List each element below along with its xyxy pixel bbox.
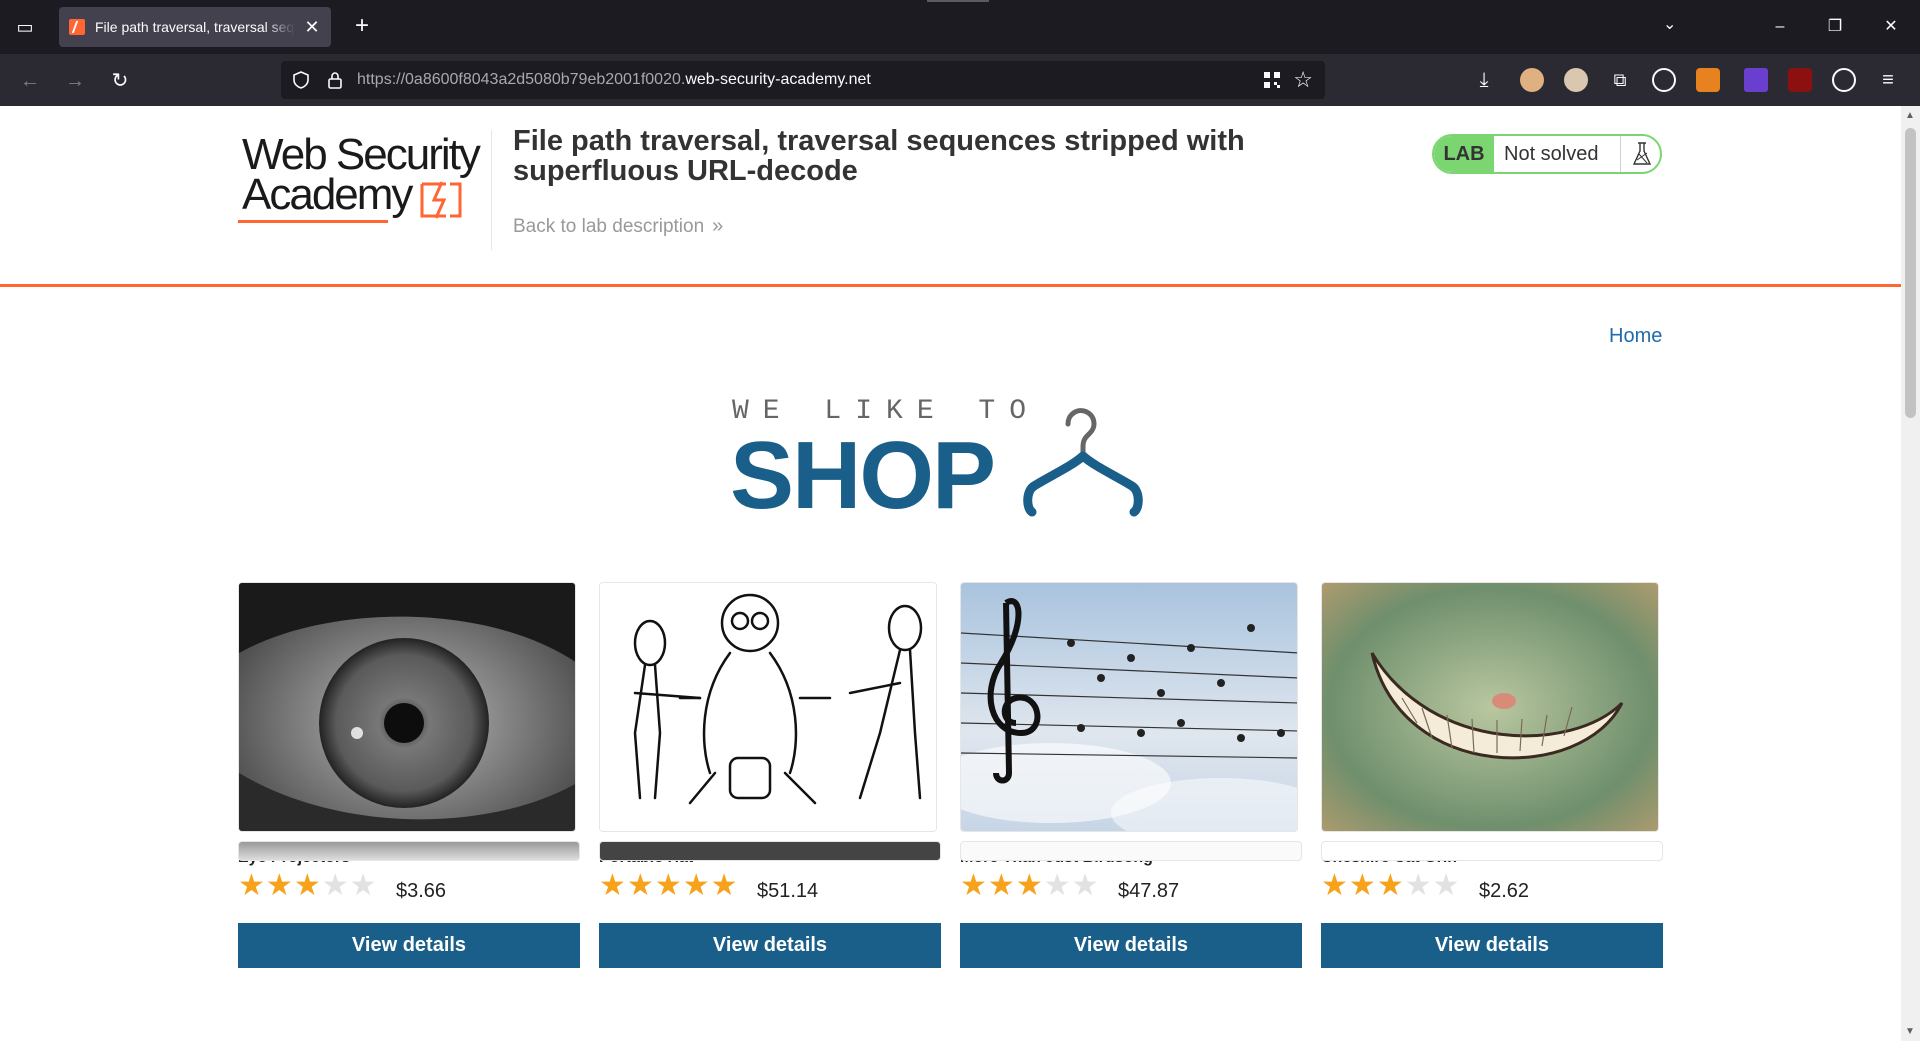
close-window-icon[interactable]: ✕ (1876, 12, 1906, 42)
banner-shop-text: SHOP (730, 422, 996, 529)
star-icon: ★ (1432, 869, 1461, 902)
star-icon: ★ (238, 869, 266, 902)
url-text[interactable]: https://0a8600f8043a2d5080b79eb2001f0020… (357, 71, 871, 89)
page-content: Web Security Academy File path traversal… (0, 106, 1901, 1041)
lightning-bolt-icon (420, 181, 462, 219)
star-icon: ★ (682, 869, 711, 902)
view-details-button[interactable]: View details (238, 923, 580, 968)
product-rating: ★★★★★ (599, 868, 739, 903)
product-image-birdsong[interactable] (960, 582, 1298, 832)
lock-icon[interactable] (325, 70, 345, 90)
tracking-protection-shield-icon[interactable] (291, 70, 311, 90)
product-rating: ★★★★★ (960, 868, 1100, 903)
extension-face-icon[interactable] (1564, 68, 1588, 92)
back-link-label: Back to lab description (513, 216, 705, 237)
extension-stop-icon[interactable] (1520, 68, 1544, 92)
product-image-partial[interactable] (238, 841, 580, 861)
view-details-button[interactable]: View details (960, 923, 1302, 968)
product-price: $51.14 (757, 880, 819, 902)
window-drag-handle[interactable] (927, 0, 989, 2)
star-icon: ★ (987, 869, 1016, 902)
bookmark-star-icon[interactable]: ☆ (1293, 67, 1313, 93)
tab-close-icon[interactable]: ✕ (301, 16, 323, 38)
lab-badge: LAB (1434, 136, 1494, 172)
star-icon: ★ (1015, 869, 1044, 902)
restore-icon[interactable]: ❐ (1820, 12, 1850, 42)
metamask-fox-icon[interactable] (1696, 68, 1720, 92)
scroll-down-arrow-icon[interactable]: ▼ (1905, 1026, 1915, 1037)
extensions-puzzle-icon[interactable]: ⧉ (1608, 68, 1632, 92)
logo-line-2: Academy (242, 170, 413, 219)
product-image-portable-hat[interactable] (599, 582, 937, 832)
product-rating: ★★★★★ (1321, 868, 1461, 903)
back-arrow-icon[interactable]: ← (15, 66, 45, 96)
product-price: $47.87 (1118, 880, 1180, 902)
star-icon: ★ (960, 869, 988, 902)
product-price: $3.66 (396, 880, 447, 902)
product-price: $2.62 (1479, 880, 1530, 902)
star-icon: ★ (1321, 869, 1349, 902)
flask-icon (1620, 136, 1660, 172)
star-icon: ★ (710, 869, 739, 902)
view-details-button[interactable]: View details (1321, 923, 1663, 968)
qr-code-icon[interactable] (1263, 71, 1281, 89)
browser-tab-active[interactable]: File path traversal, traversal seq ✕ (59, 7, 331, 47)
star-icon: ★ (293, 869, 322, 902)
product-image-cheshire-grin[interactable] (1321, 582, 1659, 832)
star-icon: ★ (599, 869, 627, 902)
we-like-to-shop-banner: WE LIKE TO SHOP (730, 396, 1170, 526)
portswigger-favicon-icon (69, 19, 85, 35)
star-icon: ★ (626, 869, 655, 902)
page-scrollbar[interactable]: ▲ ▼ (1901, 106, 1920, 1041)
url-bar[interactable]: https://0a8600f8043a2d5080b79eb2001f0020… (281, 61, 1325, 99)
tab-title: File path traversal, traversal seq (95, 19, 295, 35)
back-to-lab-description-link[interactable]: Back to lab description » (513, 215, 723, 238)
ublock-origin-icon[interactable] (1788, 68, 1812, 92)
compass-extension-icon[interactable] (1832, 68, 1856, 92)
cookie-extension-icon[interactable] (1652, 68, 1676, 92)
extension-badge-icon[interactable] (1744, 68, 1768, 92)
firefox-view-icon[interactable]: ▭ (12, 14, 38, 40)
list-all-tabs-chevron-icon[interactable]: ⌄ (1663, 14, 1676, 34)
star-icon: ★ (349, 869, 378, 902)
lab-title: File path traversal, traversal sequences… (513, 125, 1245, 187)
star-icon: ★ (654, 869, 683, 902)
reload-icon[interactable]: ↻ (105, 66, 135, 96)
hamburger-menu-icon[interactable]: ≡ (1876, 68, 1900, 92)
view-details-button[interactable]: View details (599, 923, 941, 968)
product-image-partial[interactable] (960, 841, 1302, 861)
product-image-eye[interactable] (238, 582, 576, 832)
minimize-icon[interactable]: – (1765, 12, 1795, 42)
product-rating: ★★★★★ (238, 868, 378, 903)
new-tab-plus-icon[interactable]: + (349, 13, 375, 39)
browser-tab-bar: ▭ File path traversal, traversal seq ✕ +… (0, 0, 1920, 54)
star-icon: ★ (1071, 869, 1100, 902)
logo-underline (238, 220, 388, 223)
clothes-hanger-icon (1023, 408, 1143, 517)
downloads-icon[interactable]: ⤓ (1472, 68, 1496, 92)
star-icon: ★ (1348, 869, 1377, 902)
star-icon: ★ (1376, 869, 1405, 902)
star-icon: ★ (265, 869, 294, 902)
lab-status-widget: LAB Not solved (1432, 134, 1662, 174)
lab-status-text: Not solved (1504, 143, 1599, 165)
forward-arrow-icon[interactable]: → (60, 66, 90, 96)
product-image-partial[interactable] (1321, 841, 1663, 861)
double-chevron-right-icon: » (712, 215, 723, 237)
lab-header: Web Security Academy File path traversal… (0, 106, 1901, 287)
header-divider (491, 130, 492, 250)
star-icon: ★ (1404, 869, 1433, 902)
star-icon: ★ (321, 869, 350, 902)
product-image-partial[interactable] (599, 841, 941, 861)
scroll-up-arrow-icon[interactable]: ▲ (1905, 110, 1915, 121)
star-icon: ★ (1043, 869, 1072, 902)
browser-nav-bar: ← → ↻ https://0a8600f8043a2d5080b79eb200… (0, 54, 1920, 106)
web-security-academy-logo[interactable]: Web Security Academy (238, 130, 488, 230)
home-link[interactable]: Home (1609, 325, 1662, 348)
scrollbar-thumb[interactable] (1905, 128, 1916, 418)
